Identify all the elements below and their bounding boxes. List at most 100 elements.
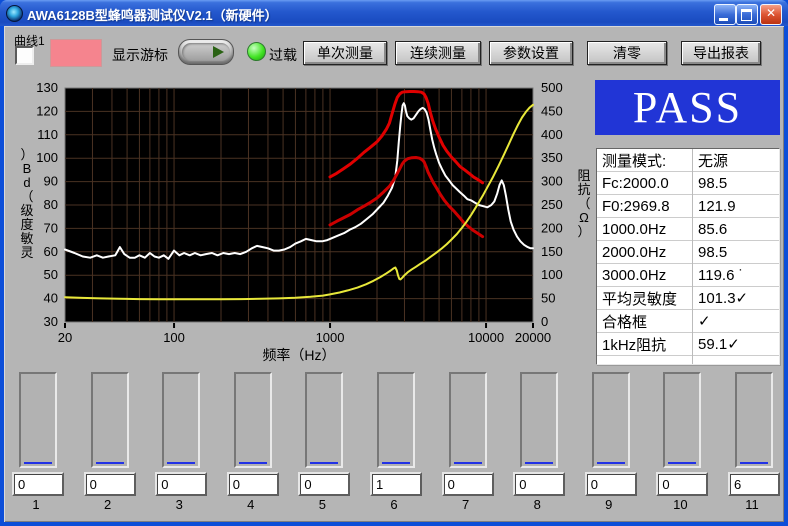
bin-number-label: 6 xyxy=(370,497,418,512)
bin-slot xyxy=(234,372,272,468)
left-axis-tick: 120 xyxy=(36,103,58,118)
bin-slot xyxy=(377,372,415,468)
result-value: 59.1✓ xyxy=(692,335,779,353)
export-report-button[interactable]: 导出报表 xyxy=(681,41,761,65)
bin-bar xyxy=(167,462,195,464)
curve1-checkbox[interactable] xyxy=(15,46,34,65)
bin-number-label: 9 xyxy=(585,497,633,512)
result-value: 121.9 xyxy=(692,198,779,215)
bin-value-box[interactable]: 0 xyxy=(227,472,279,496)
bin-number-label: 10 xyxy=(656,497,704,512)
bin-bar xyxy=(525,462,553,464)
result-value: 无源 xyxy=(692,150,779,171)
bin-value-box[interactable]: 0 xyxy=(155,472,207,496)
left-axis-tick: 70 xyxy=(44,220,58,235)
bin-value: 0 xyxy=(519,477,526,492)
toggle-arrow-icon xyxy=(213,46,224,58)
bin-number-label: 11 xyxy=(728,497,776,512)
bin-slot xyxy=(592,372,630,468)
overload-led xyxy=(247,42,266,61)
curve1-color-swatch[interactable] xyxy=(50,39,102,67)
bin-value: 0 xyxy=(662,477,669,492)
bin-slot xyxy=(162,372,200,468)
bin-value-box[interactable]: 0 xyxy=(298,472,350,496)
bin-number-label: 2 xyxy=(84,497,132,512)
bin-number-label: 4 xyxy=(227,497,275,512)
result-row: 1000.0Hz85.6 xyxy=(597,218,779,241)
minimize-icon xyxy=(719,18,728,21)
left-axis-tick: 110 xyxy=(37,127,58,142)
bin-number-label: 5 xyxy=(298,497,346,512)
result-row: 平均灵敏度101.3✓ xyxy=(597,287,779,310)
bin-value: 0 xyxy=(591,477,598,492)
result-value: ✓ xyxy=(692,312,779,330)
title-bar[interactable]: AWA6128B型蜂鸣器测试仪V2.1（新硬件） ✕ xyxy=(0,0,788,26)
bin-value-box[interactable]: 0 xyxy=(12,472,64,496)
window-title: AWA6128B型蜂鸣器测试仪V2.1（新硬件） xyxy=(27,5,278,24)
bin-bar xyxy=(96,462,124,464)
right-axis-tick: 350 xyxy=(541,150,563,165)
left-axis-tick: 100 xyxy=(36,150,58,165)
bin-bar xyxy=(310,462,338,464)
left-axis-tick: 130 xyxy=(36,80,58,95)
single-measure-button[interactable]: 单次测量 xyxy=(303,41,387,65)
close-button[interactable]: ✕ xyxy=(760,4,782,25)
right-axis-tick: 500 xyxy=(541,80,563,95)
bin-bar xyxy=(668,462,696,464)
bin-number-label: 3 xyxy=(155,497,203,512)
result-value: 119.6 ˙ xyxy=(692,267,779,284)
result-row: 合格框✓ xyxy=(597,310,779,333)
left-axis-tick: 90 xyxy=(44,174,58,189)
left-axis-tick: 80 xyxy=(44,197,58,212)
maximize-icon xyxy=(741,9,752,21)
bin-bar xyxy=(24,462,52,464)
app-icon xyxy=(6,5,23,22)
bin-value-box[interactable]: 0 xyxy=(84,472,136,496)
bin-slot xyxy=(663,372,701,468)
left-axis-tick: 40 xyxy=(44,291,58,306)
maximize-button[interactable] xyxy=(736,4,758,25)
result-label: 合格框 xyxy=(597,311,692,332)
bin-value: 0 xyxy=(90,477,97,492)
bin-number-label: 7 xyxy=(442,497,490,512)
bin-value: 0 xyxy=(448,477,455,492)
right-axis-tick: 250 xyxy=(541,197,563,212)
param-settings-button[interactable]: 参数设置 xyxy=(489,41,573,65)
cursor-toggle-label: 显示游标 xyxy=(112,45,168,65)
x-axis-tick: 100 xyxy=(163,330,185,345)
result-label: 测量模式: xyxy=(597,150,692,171)
minimize-button[interactable] xyxy=(714,4,736,25)
right-axis-tick: 50 xyxy=(541,291,555,306)
results-table: 测量模式:无源Fc:2000.098.5F0:2969.8121.91000.0… xyxy=(596,148,780,365)
bin-value: 0 xyxy=(18,477,25,492)
bin-value-box[interactable]: 0 xyxy=(585,472,637,496)
bin-slot xyxy=(91,372,129,468)
clear-button[interactable]: 清零 xyxy=(587,41,667,65)
result-row: 2000.0Hz98.5 xyxy=(597,241,779,264)
frequency-response-chart: 1301201101009080706050403050045040035030… xyxy=(4,66,592,376)
right-axis-tick: 0 xyxy=(541,314,548,329)
right-axis-tick: 100 xyxy=(541,267,563,282)
result-label: 2000.0Hz xyxy=(597,244,692,261)
bin-value-box[interactable]: 0 xyxy=(442,472,494,496)
bin-value-box[interactable]: 1 xyxy=(370,472,422,496)
result-row: 1kHz阻抗59.1✓ xyxy=(597,333,779,356)
bin-number-label: 1 xyxy=(12,497,60,512)
table-column-divider xyxy=(692,149,693,364)
bin-value: 6 xyxy=(734,477,741,492)
result-label: F0:2969.8 xyxy=(597,198,692,215)
bin-value-box[interactable]: 0 xyxy=(513,472,565,496)
continuous-measure-button[interactable]: 连续测量 xyxy=(395,41,481,65)
bin-value-box[interactable]: 0 xyxy=(656,472,708,496)
result-label: 平均灵敏度 xyxy=(597,288,692,309)
bin-value: 0 xyxy=(304,477,311,492)
result-label: 1kHz阻抗 xyxy=(597,334,692,355)
right-axis-tick: 150 xyxy=(541,244,563,259)
left-axis-tick: 60 xyxy=(44,244,58,259)
bin-bar xyxy=(239,462,267,464)
bin-slot xyxy=(19,372,57,468)
bin-slot xyxy=(520,372,558,468)
left-axis-tick: 50 xyxy=(44,267,58,282)
bin-value-box[interactable]: 6 xyxy=(728,472,780,496)
cursor-toggle-switch[interactable] xyxy=(178,39,234,65)
